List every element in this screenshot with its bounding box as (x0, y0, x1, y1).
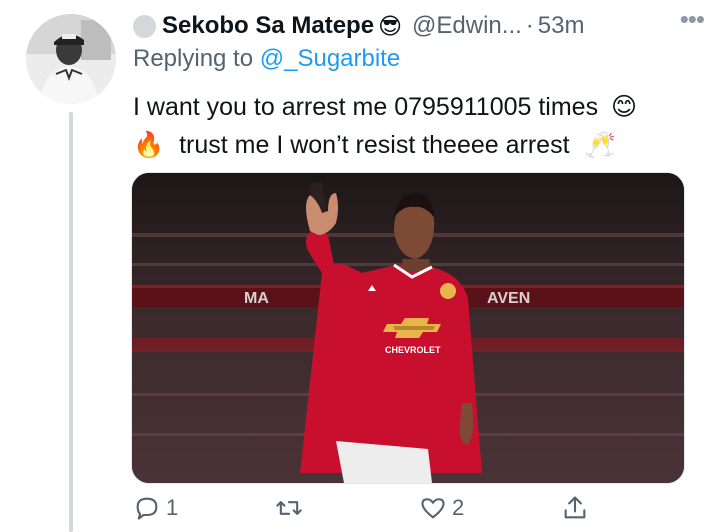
replying-prefix: Replying to (133, 45, 254, 72)
avatar[interactable] (26, 14, 116, 104)
share-action[interactable] (561, 494, 589, 522)
smile-emoji: 😊 (611, 93, 638, 121)
sponsor-text: CHEVROLET (385, 345, 441, 355)
tweet-text: I want you to arrest me 0795911005 times… (133, 88, 703, 164)
fire-emoji: 🔥 (133, 131, 165, 159)
reply-action[interactable]: 1 (133, 494, 178, 522)
avatar-photo (26, 14, 116, 104)
reply-mention-link[interactable]: @_Sugarbite (260, 45, 400, 72)
sunglasses-emoji: 😎 (378, 12, 403, 39)
user-handle[interactable]: @Edwin... (412, 12, 522, 40)
like-action[interactable]: 2 (419, 494, 464, 522)
cheers-emoji: 🥂 (584, 131, 616, 159)
thread-line (69, 112, 73, 532)
tweet-actions: 1 2 (133, 494, 593, 528)
board-text-left: MA (244, 290, 269, 307)
reply-count: 1 (166, 495, 179, 520)
tweet-text-1: I want you to arrest me 0795911005 times (133, 93, 599, 121)
heart-icon (421, 498, 445, 519)
tweet-text-line-2: 🔥 trust me I won’t resist theeee arrest … (133, 126, 703, 164)
tweet-media-image[interactable]: MA AVEN CHEVROLET (131, 172, 685, 484)
board-text-right: AVEN (487, 290, 530, 307)
retweet-icon (276, 501, 302, 515)
tweet-header: Sekobo Sa Matepe 😎 @Edwin... · 53m (133, 8, 703, 44)
separator-dot: · (525, 12, 534, 39)
replying-to: Replying to @_Sugarbite (133, 45, 400, 73)
tweet-time[interactable]: 53m (538, 12, 585, 40)
tweet-text-line-1: I want you to arrest me 0795911005 times… (133, 88, 703, 126)
share-icon (564, 496, 586, 519)
retweet-action[interactable] (275, 494, 308, 522)
display-name[interactable]: Sekobo Sa Matepe (162, 12, 374, 40)
more-horizontal-icon[interactable]: ••• (680, 4, 705, 35)
like-count: 2 (452, 495, 465, 520)
player-photo: MA AVEN CHEVROLET (132, 173, 684, 483)
tweet-text-2: trust me I won’t resist theeee arrest (179, 131, 570, 159)
status-dot (133, 14, 156, 38)
reply-icon (136, 497, 158, 520)
